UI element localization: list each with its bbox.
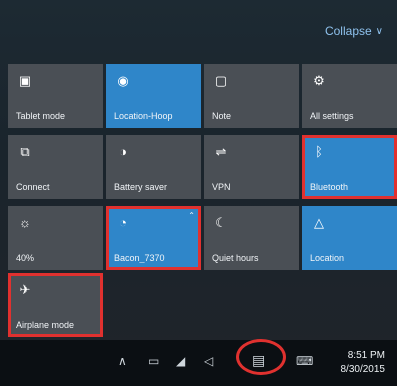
- location-alt-icon: △: [314, 214, 324, 230]
- clock[interactable]: 8:51 PM 8/30/2015: [341, 349, 386, 377]
- tile-label: Location-Hoop: [114, 111, 173, 121]
- airplane-icon: ✈: [19, 281, 31, 297]
- tablet-mode-icon: ▣: [18, 72, 32, 88]
- tile-label: Note: [212, 111, 232, 121]
- tile-label: Location: [310, 253, 345, 263]
- battery-saver-icon: ◑: [119, 143, 127, 159]
- action-center-header: Collapse ∨: [0, 0, 397, 60]
- tile-wifi[interactable]: ◔ ⌃ Bacon_7370: [106, 206, 201, 270]
- bluetooth-icon: ᛒ: [315, 143, 323, 159]
- vpn-icon: ⇌: [215, 143, 227, 159]
- chevron-up-icon[interactable]: ∧: [118, 354, 127, 368]
- tile-label: Airplane mode: [16, 320, 75, 330]
- tile-label: VPN: [212, 182, 231, 192]
- tile-location-hoop[interactable]: ◉ Location-Hoop: [106, 64, 201, 128]
- tile-label: Tablet mode: [16, 111, 66, 121]
- wifi-icon: ◔: [119, 214, 127, 230]
- chevron-down-icon: ∨: [375, 25, 383, 37]
- action-center-icon[interactable]: ▤: [252, 352, 265, 369]
- tile-all-settings[interactable]: ⚙ All settings: [302, 64, 397, 128]
- tile-label: Bacon_7370: [114, 253, 165, 263]
- tile-tablet-mode[interactable]: ▣ Tablet mode: [8, 64, 103, 128]
- collapse-label: Collapse: [324, 24, 372, 38]
- tile-battery-saver[interactable]: ◑ Battery saver: [106, 135, 201, 199]
- brightness-icon: ☼: [19, 214, 31, 230]
- tile-location[interactable]: △ Location: [302, 206, 397, 270]
- location-icon: ◉: [117, 72, 129, 88]
- tile-bluetooth[interactable]: ᛒ Bluetooth: [302, 135, 397, 199]
- connect-icon: ⧉: [20, 143, 30, 159]
- expand-caret-icon: ⌃: [188, 211, 195, 220]
- tile-label: Connect: [16, 182, 50, 192]
- keyboard-icon[interactable]: ⌨: [296, 354, 313, 368]
- note-icon: ▢: [214, 72, 228, 88]
- tile-label: Quiet hours: [212, 253, 259, 263]
- gear-icon: ⚙: [313, 72, 325, 88]
- tile-note[interactable]: ▢ Note: [204, 64, 299, 128]
- tile-brightness[interactable]: ☼ 40%: [8, 206, 103, 270]
- battery-icon[interactable]: ▭: [148, 354, 159, 368]
- volume-icon[interactable]: ◁: [204, 354, 213, 368]
- taskbar: ∧ ▭ ◢ ◁ ▤ ⌨ 8:51 PM 8/30/2015: [0, 340, 397, 386]
- tile-vpn[interactable]: ⇌ VPN: [204, 135, 299, 199]
- tile-label: Bluetooth: [310, 182, 349, 192]
- clock-date: 8/30/2015: [340, 364, 386, 375]
- action-center-panel: Collapse ∨ ▣ Tablet mode ◉ Location-Hoop…: [0, 0, 397, 386]
- collapse-button[interactable]: Collapse ∨: [325, 24, 383, 38]
- tile-label: All settings: [310, 111, 354, 121]
- quiet-hours-icon: ☾: [215, 214, 227, 230]
- network-icon[interactable]: ◢: [176, 354, 185, 368]
- tile-label: Battery saver: [114, 182, 168, 192]
- tile-airplane-mode[interactable]: ✈ Airplane mode: [8, 273, 103, 337]
- tile-label: 40%: [16, 253, 35, 263]
- tile-connect[interactable]: ⧉ Connect: [8, 135, 103, 199]
- clock-time: 8:51 PM: [347, 350, 385, 361]
- tile-quiet-hours[interactable]: ☾ Quiet hours: [204, 206, 299, 270]
